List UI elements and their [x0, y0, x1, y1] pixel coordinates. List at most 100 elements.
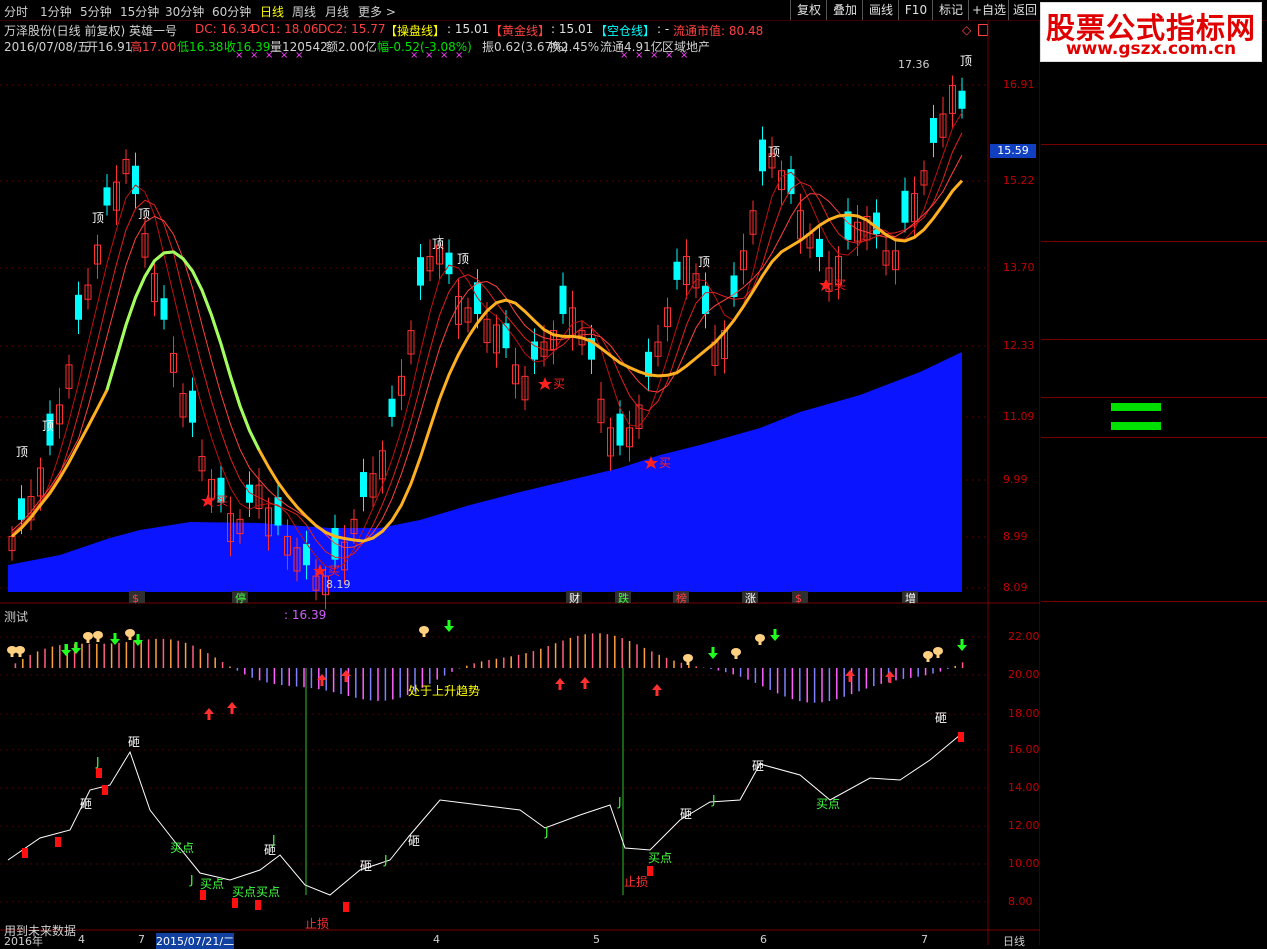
tick-row [1041, 836, 1267, 854]
trend-text: 处于上升趋势 [408, 684, 481, 698]
buy-row [1041, 184, 1267, 202]
candle-body [901, 190, 909, 223]
news-tag: $ [795, 592, 802, 605]
za-marker: 砸 [408, 834, 420, 848]
sub-axis-label: 18.00 [1008, 707, 1040, 720]
low-price-label: 8.19 [326, 578, 351, 591]
toolbar-button-0[interactable]: 复权 [790, 0, 827, 20]
marker-x-icon: × [425, 50, 433, 61]
down-arrow-stem [113, 633, 117, 639]
buy-row [1041, 222, 1267, 240]
down-arrow-icon [61, 650, 71, 656]
period-tab-5[interactable]: 60分钟 [212, 3, 251, 20]
period-tab-7[interactable]: 周线 [292, 3, 316, 20]
quote-separator [1041, 437, 1267, 438]
tick-row [1041, 908, 1267, 926]
candle-body [958, 90, 966, 109]
down-arrow-stem [74, 642, 78, 648]
period-tab-3[interactable]: 15分钟 [120, 3, 159, 20]
up-arrow-stem [558, 684, 562, 690]
tick-row [1041, 872, 1267, 890]
kline-chart[interactable]: 顶顶顶 顶顶顶 顶顶顶买买买买买17.368.19× × × × × × × × × × × × × ×$ 停财… [0, 0, 1040, 945]
brand-url: www.gszx.com.cn [1065, 39, 1237, 59]
period-tab-6[interactable]: 日线 [260, 3, 284, 20]
candle-body [730, 275, 738, 297]
tick-row [1041, 638, 1267, 656]
cap-icon-stem [926, 657, 930, 662]
flow-row [1041, 418, 1267, 436]
period-tab-9[interactable]: 更多 > [358, 3, 396, 20]
buy-point-marker: 买点 [200, 877, 224, 891]
stat-row [1041, 300, 1267, 318]
candle-body [445, 252, 453, 275]
top-marker: 顶 [42, 419, 54, 433]
price-axis-label: 12.33 [1003, 339, 1035, 352]
quote-separator [1041, 144, 1267, 145]
toolbar-button-3[interactable]: F10 [898, 0, 933, 20]
signal-block [255, 900, 261, 910]
candle-body [103, 187, 111, 206]
sub-axis-label: 12.00 [1008, 819, 1040, 832]
top-marker: 顶 [698, 255, 710, 269]
up-arrow-icon [845, 670, 855, 676]
tick-row [1041, 674, 1267, 692]
tick-row [1041, 620, 1267, 638]
j-marker: J [544, 825, 549, 839]
j-marker: J [383, 853, 388, 867]
sub-axis-label: 20.00 [1008, 668, 1040, 681]
tick-row [1041, 584, 1267, 602]
news-tag: 停 [235, 591, 246, 605]
za-marker: 砸 [935, 711, 947, 725]
toolbar-button-5[interactable]: +自选 [968, 0, 1009, 20]
quote-separator [1041, 339, 1267, 340]
flow-row [1041, 399, 1267, 417]
stat-row [1041, 379, 1267, 397]
signal-block [102, 785, 108, 795]
marker-x-icon: × [650, 50, 658, 61]
up-arrow-icon [555, 678, 565, 684]
toolbar-button-4[interactable]: 标记 [932, 0, 969, 20]
buy-marker: 买 [834, 278, 846, 292]
marker-x-icon: × [250, 50, 258, 61]
price-axis-label: 15.22 [1003, 174, 1035, 187]
date-mark: 2016年 [4, 935, 43, 948]
candle-body [132, 165, 139, 195]
stat-row [1041, 360, 1267, 378]
cap-icon-stem [422, 632, 426, 637]
down-arrow-icon [708, 653, 718, 659]
marker-x-icon: × [620, 50, 628, 61]
tick-row [1041, 602, 1267, 620]
down-arrow-stem [711, 647, 715, 653]
tick-row [1041, 692, 1267, 710]
period-tab-2[interactable]: 5分钟 [80, 3, 112, 20]
stat-row [1041, 243, 1267, 261]
marker-x-icon: × [440, 50, 448, 61]
up-arrow-stem [320, 680, 324, 686]
period-tab-1[interactable]: 1分钟 [40, 3, 72, 20]
up-arrow-icon [204, 708, 214, 714]
candle-body [160, 298, 168, 320]
period-tab-4[interactable]: 30分钟 [165, 3, 204, 20]
up-arrow-icon [652, 684, 662, 690]
period-tab-0[interactable]: 分时 [4, 3, 28, 20]
candle-body [930, 118, 937, 143]
date-mark: 7 [921, 933, 928, 946]
toolbar-button-2[interactable]: 画线 [862, 0, 899, 20]
down-arrow-stem [447, 620, 451, 626]
toolbar-button-1[interactable]: 叠加 [826, 0, 863, 20]
tick-row [1041, 530, 1267, 548]
up-arrow-icon [227, 702, 237, 708]
candle-body [18, 498, 25, 520]
signal-block [958, 732, 964, 742]
period-tab-8[interactable]: 月线 [325, 3, 349, 20]
stat-row [1041, 262, 1267, 280]
candle-body [759, 139, 766, 172]
toolbar-button-6[interactable]: 返回 [1008, 0, 1041, 20]
high-price-label: 17.36 [898, 58, 930, 71]
sub-axis-label: 16.00 [1008, 743, 1040, 756]
up-arrow-icon [580, 677, 590, 683]
news-tag: $ [132, 592, 139, 605]
tick-row [1041, 476, 1267, 494]
tick-row [1041, 512, 1267, 530]
buy-point-marker: 买点 [256, 885, 280, 899]
